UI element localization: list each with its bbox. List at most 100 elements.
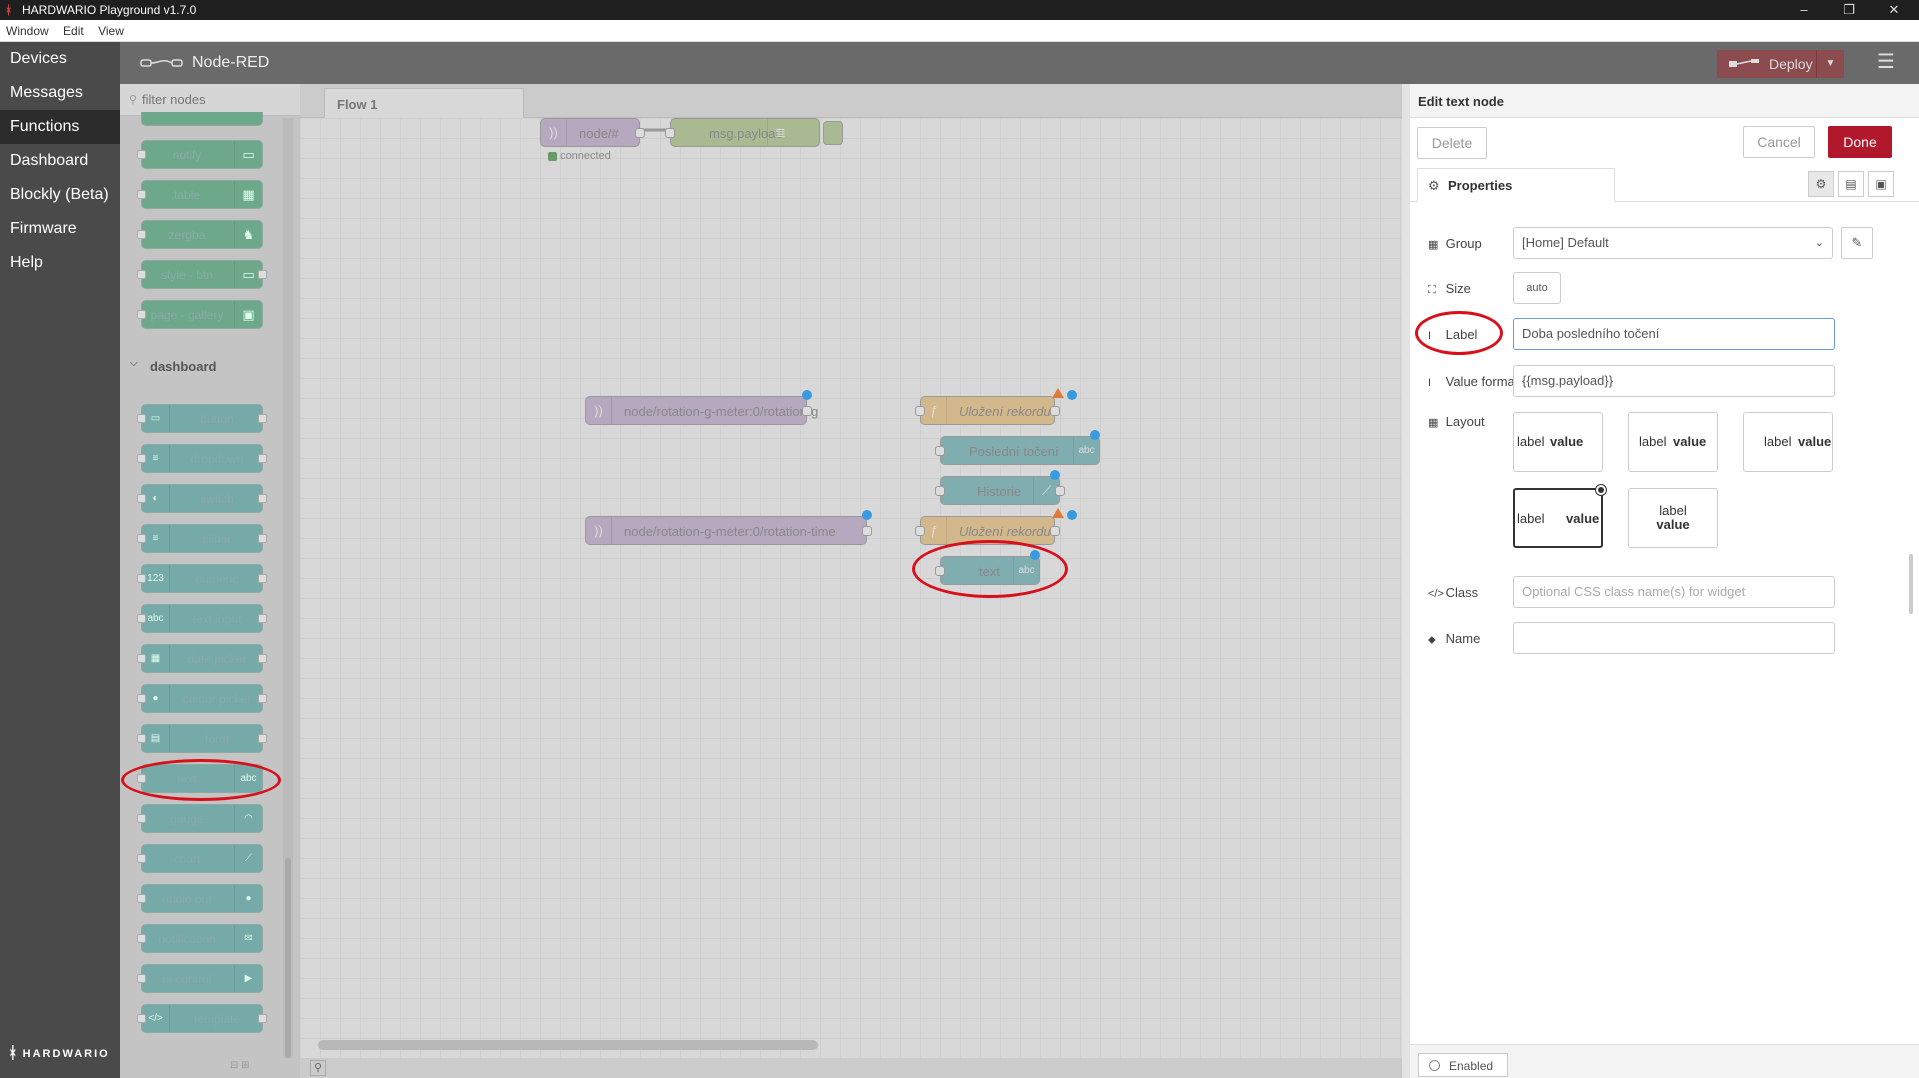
flow-node-chart-history[interactable]: Historie ⟋ (935, 476, 1065, 505)
palette-node-gauge[interactable]: ◠ gauge (137, 804, 263, 833)
flow-node-function-1[interactable]: ƒ Uložení rekordu (915, 396, 1060, 425)
template-icon: </> (142, 1005, 170, 1032)
palette-node-chart[interactable]: ⟋ chart (137, 844, 263, 873)
palette-node-button[interactable]: ▭ button (137, 404, 267, 433)
edit-group-button[interactable]: ✎ (1841, 227, 1873, 259)
label-input[interactable]: Doba posledního točení (1513, 318, 1835, 350)
palette-node-table[interactable]: table ▦ (137, 180, 263, 209)
class-input[interactable]: Optional CSS class name(s) for widget (1513, 576, 1835, 608)
deploy-icon (1729, 59, 1759, 67)
palette-node-colour-picker[interactable]: ● colour picker (137, 684, 267, 713)
nav-dashboard[interactable]: Dashboard (0, 144, 120, 178)
settings-tab-icon[interactable]: ⚙ (1808, 171, 1834, 197)
palette-node-zergba[interactable]: zergba ♞ (137, 220, 263, 249)
menu-edit[interactable]: Edit (57, 20, 89, 38)
changed-indicator (802, 390, 812, 400)
palette-node-page-gallery[interactable]: page - gallery ▣ (137, 300, 263, 329)
editor-scrollbar[interactable] (1909, 554, 1913, 614)
field-label: Name (1445, 631, 1481, 646)
tab-properties[interactable]: ⚙ Properties (1417, 168, 1615, 202)
palette-collapse-controls[interactable]: ⊟ ⊞ (230, 1060, 264, 1076)
layout-option-column[interactable]: label value (1628, 488, 1718, 548)
palette-node-form[interactable]: ▤ form (137, 724, 267, 753)
cancel-button[interactable]: Cancel (1743, 126, 1815, 158)
flow-canvas[interactable]: )) node/# connected msg.payload ≣ )) nod… (300, 118, 1402, 1058)
palette-node-style-btn[interactable]: style - btn ▭ (137, 260, 267, 289)
changed-indicator (862, 510, 872, 520)
gauge-icon: ◠ (234, 805, 262, 832)
workspace-hscrollbar[interactable] (318, 1040, 818, 1050)
palette-category-dashboard[interactable]: ⌵ dashboard (120, 352, 290, 380)
menu-window[interactable]: Window (0, 20, 54, 38)
value-format-input[interactable]: {{msg.payload}} (1513, 365, 1835, 397)
notify-icon: ▭ (234, 141, 262, 168)
flow-node-text-last-rotation[interactable]: Poslední točení abc (935, 436, 1100, 465)
appearance-tab-icon[interactable]: ▣ (1868, 171, 1894, 197)
maximize-button[interactable]: ❐ (1829, 0, 1869, 20)
palette-node-notification[interactable]: ✉ notification (137, 924, 263, 953)
description-tab-icon[interactable]: ▤ (1838, 171, 1864, 197)
layout-option-row-center[interactable]: label value (1628, 412, 1718, 472)
tab-flow-1[interactable]: Flow 1 (324, 88, 524, 118)
done-button[interactable]: Done (1828, 126, 1892, 158)
size-button[interactable]: auto (1513, 272, 1561, 304)
palette-node-template[interactable]: </> template (137, 1004, 267, 1033)
flow-tab-bar: Flow 1 (300, 84, 1402, 118)
group-select[interactable]: [Home] Default ⌄ (1513, 227, 1833, 259)
editor-footer: Enabled (1410, 1044, 1919, 1078)
window-titlebar: ᚼ HARDWARIO Playground v1.7.0 – ❐ ✕ (0, 0, 1919, 20)
layout-value-text: value (1550, 434, 1584, 449)
palette-node-slider[interactable]: ≡ slider (137, 524, 267, 553)
nav-blockly[interactable]: Blockly (Beta) (0, 178, 120, 212)
palette-node-numeric[interactable]: 123 numeric (137, 564, 267, 593)
circle-icon (1429, 1060, 1440, 1071)
main-menu-icon[interactable]: ☰ (1877, 52, 1901, 74)
filter-nodes-input[interactable] (142, 92, 292, 107)
palette-node-ui-control[interactable]: ▶ ui control (137, 964, 263, 993)
deploy-dropdown-icon[interactable]: ▼ (1816, 50, 1844, 78)
palette-node-notify[interactable]: notify ▭ (137, 140, 263, 169)
layout-option-row-left[interactable]: label value (1513, 412, 1603, 472)
nav-messages[interactable]: Messages (0, 76, 120, 110)
layout-label: ▦ Layout (1428, 414, 1485, 429)
menu-view[interactable]: View (92, 20, 129, 38)
palette-scrollbar[interactable] (283, 118, 293, 1058)
status-label: connected (560, 150, 611, 162)
flow-node-mqtt-in[interactable]: )) node/# (540, 118, 645, 147)
field-label: Layout (1445, 414, 1485, 429)
name-input[interactable] (1513, 622, 1835, 654)
debug-toggle-button[interactable] (823, 121, 843, 145)
search-icon: ⚲ (129, 94, 138, 106)
field-label: Group (1445, 236, 1482, 251)
grid-icon: ▦ (1428, 417, 1439, 429)
field-label: Size (1445, 281, 1471, 296)
flow-node-mqtt-rotation-g[interactable]: )) node/rotation-g-meter:0/rotation-g (585, 396, 818, 425)
palette-node-audio-out[interactable]: ⦁ audio out (137, 884, 263, 913)
palette-node-dropdown[interactable]: ≡ dropdown (137, 444, 267, 473)
chart-icon: ⟋ (234, 845, 262, 872)
palette-node-label: style - btn (160, 268, 214, 282)
scroll-thumb[interactable] (285, 858, 291, 1058)
close-button[interactable]: ✕ (1874, 0, 1914, 20)
palette-node-partial[interactable] (141, 112, 263, 126)
nav-devices[interactable]: Devices (0, 42, 120, 76)
brand-logo: ᚼ HARDWARIO (8, 1045, 110, 1063)
nav-help[interactable]: Help (0, 246, 120, 280)
layout-option-row-spread[interactable]: label value (1513, 484, 1607, 548)
window-title: HARDWARIO Playground v1.7.0 (22, 3, 197, 17)
delete-button[interactable]: Delete (1417, 127, 1487, 159)
palette-node-text-input[interactable]: abc text input (137, 604, 267, 633)
palette-node-date-picker[interactable]: ▦ date picker (137, 644, 267, 673)
palette-node-label: switch (200, 492, 234, 506)
flow-node-mqtt-rotation-time[interactable]: )) node/rotation-g-meter:0/rotation-time (585, 516, 872, 545)
layout-option-row-right[interactable]: label value (1743, 412, 1833, 472)
enabled-toggle[interactable]: Enabled (1418, 1053, 1508, 1077)
minimize-button[interactable]: – (1784, 0, 1824, 20)
field-label: Value format (1445, 374, 1519, 389)
palette-node-switch[interactable]: ◐ switch (137, 484, 267, 513)
nav-functions[interactable]: Functions (0, 110, 120, 144)
flow-node-debug[interactable]: msg.payload ≣ (665, 118, 843, 147)
search-flows-icon[interactable]: ⚲ (310, 1060, 326, 1076)
nav-firmware[interactable]: Firmware (0, 212, 120, 246)
deploy-button[interactable]: Deploy ▼ (1717, 50, 1844, 78)
